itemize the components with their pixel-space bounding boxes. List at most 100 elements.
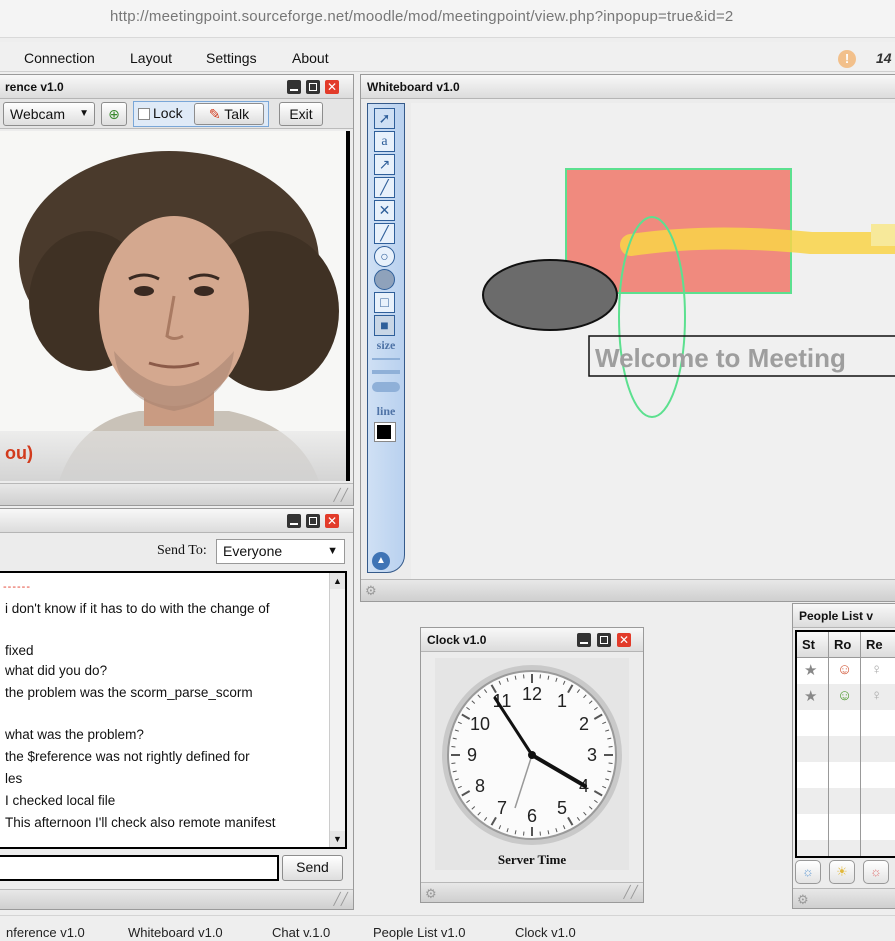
menu-layout[interactable]: Layout bbox=[130, 50, 172, 66]
collapse-toolbar-icon[interactable]: ▲ bbox=[372, 552, 390, 570]
ellipse-tool-icon[interactable]: ○ bbox=[374, 246, 395, 267]
table-row bbox=[797, 814, 895, 840]
talk-button[interactable]: ✎ Talk bbox=[194, 103, 264, 125]
filled-ellipse-tool-icon[interactable] bbox=[374, 269, 395, 290]
close-icon[interactable]: ✕ bbox=[325, 514, 339, 528]
maximize-icon[interactable] bbox=[597, 633, 611, 647]
talk-label: Talk bbox=[224, 106, 250, 122]
server-time-label: Server Time bbox=[497, 852, 567, 867]
close-icon[interactable]: ✕ bbox=[617, 633, 631, 647]
rectangle-tool-icon[interactable]: □ bbox=[374, 292, 395, 313]
whiteboard-titlebar[interactable]: Whiteboard v1.0 bbox=[361, 75, 895, 99]
conference-titlebar[interactable]: rence v1.0 ✕ bbox=[0, 75, 353, 99]
clock-number: 8 bbox=[475, 776, 485, 796]
close-icon[interactable]: ✕ bbox=[325, 80, 339, 94]
chat-message: what did you do? bbox=[5, 663, 108, 678]
send-to-select[interactable]: Everyone ▼ bbox=[216, 539, 345, 564]
clock-number: 12 bbox=[522, 684, 542, 704]
task-people-list[interactable]: People List v1.0 bbox=[373, 925, 466, 940]
task-whiteboard[interactable]: Whiteboard v1.0 bbox=[128, 925, 223, 940]
microphone-icon: ✎ bbox=[208, 106, 221, 122]
resize-grip-icon[interactable]: ╱╱ bbox=[334, 488, 348, 502]
whiteboard-canvas[interactable]: Welcome to Meeting bbox=[411, 103, 895, 579]
chat-input[interactable] bbox=[0, 855, 279, 881]
chat-titlebar[interactable]: ✕ bbox=[0, 509, 353, 533]
clock-titlebar[interactable]: Clock v1.0 ✕ bbox=[421, 628, 643, 652]
magnifier-icon: ⊕ bbox=[108, 106, 120, 122]
gear-icon[interactable]: ⚙ bbox=[797, 892, 809, 908]
send-to-label: Send To: bbox=[157, 543, 207, 558]
chat-message: the problem was the scorm_parse_scorm bbox=[5, 685, 253, 700]
chat-log[interactable]: ------ i don't know if it has to do with… bbox=[0, 571, 347, 849]
bulb-on-button[interactable]: ☀ bbox=[829, 860, 855, 884]
bulb-off-button[interactable]: ☼ bbox=[795, 860, 821, 884]
send-button[interactable]: Send bbox=[282, 855, 343, 881]
whiteboard-title: Whiteboard v1.0 bbox=[367, 80, 460, 94]
camera-select-value: Webcam bbox=[10, 106, 65, 122]
size-thin-option[interactable] bbox=[372, 358, 400, 360]
column-header[interactable]: Re bbox=[861, 632, 895, 658]
bulb-red-button[interactable]: ☼ bbox=[863, 860, 889, 884]
conference-footer: ╱╱ bbox=[0, 483, 353, 505]
select-arrow-icon[interactable]: ➚ bbox=[374, 108, 395, 129]
task-conference[interactable]: nference v1.0 bbox=[6, 925, 85, 940]
lock-checkbox[interactable] bbox=[138, 108, 150, 120]
line-label: line bbox=[376, 404, 396, 418]
people-list-panel: People List v St Ro Re ★ ☺ ♀ ★ ☺ ♀ ☼ ☀ ☼… bbox=[792, 603, 895, 909]
chat-scrollbar[interactable]: ▲ ▼ bbox=[329, 573, 345, 847]
task-clock[interactable]: Clock v1.0 bbox=[515, 925, 576, 940]
user-icon: ☺ bbox=[837, 687, 853, 704]
column-header[interactable]: St bbox=[797, 632, 829, 658]
maximize-icon[interactable] bbox=[306, 514, 320, 528]
minimize-icon[interactable] bbox=[577, 633, 591, 647]
pen-tool-icon[interactable]: ╱ bbox=[374, 223, 395, 244]
warning-icon[interactable]: ! bbox=[838, 50, 856, 68]
size-thick-option[interactable] bbox=[372, 382, 400, 392]
scroll-down-icon[interactable]: ▼ bbox=[330, 831, 345, 847]
clock-number: 6 bbox=[527, 806, 537, 826]
camera-select[interactable]: Webcam ▼ bbox=[3, 102, 95, 126]
cross-tool-icon[interactable]: ✕ bbox=[374, 200, 395, 221]
line-tool-icon[interactable]: ╱ bbox=[374, 177, 395, 198]
browser-url-bar[interactable]: http://meetingpoint.sourceforge.net/mood… bbox=[0, 0, 895, 38]
table-row[interactable]: ★ ☺ ♀ bbox=[797, 684, 895, 710]
table-row bbox=[797, 762, 895, 788]
size-label: size bbox=[376, 338, 396, 352]
arrow-tool-icon[interactable]: ↗ bbox=[374, 154, 395, 175]
minimize-icon[interactable] bbox=[287, 514, 301, 528]
resize-grip-icon[interactable]: ╱╱ bbox=[334, 892, 348, 906]
exit-button[interactable]: Exit bbox=[279, 102, 323, 126]
chevron-down-icon: ▼ bbox=[79, 108, 89, 119]
table-row[interactable]: ★ ☺ ♀ bbox=[797, 658, 895, 684]
menu-connection[interactable]: Connection bbox=[24, 50, 95, 66]
url-text: http://meetingpoint.sourceforge.net/mood… bbox=[110, 8, 734, 25]
clock-title: Clock v1.0 bbox=[427, 633, 487, 647]
filled-rectangle-tool-icon[interactable]: ■ bbox=[374, 315, 395, 336]
gear-icon[interactable]: ⚙ bbox=[365, 583, 377, 599]
menu-settings[interactable]: Settings bbox=[206, 50, 257, 66]
maximize-icon[interactable] bbox=[306, 80, 320, 94]
conference-title: rence v1.0 bbox=[5, 80, 64, 94]
scroll-up-icon[interactable]: ▲ bbox=[330, 573, 345, 589]
resize-grip-icon[interactable]: ╱╱ bbox=[624, 885, 638, 899]
chat-message: the $reference was not rightly defined f… bbox=[5, 749, 250, 764]
clock-number: 10 bbox=[470, 714, 490, 734]
task-chat[interactable]: Chat v.1.0 bbox=[272, 925, 330, 940]
zoom-button[interactable]: ⊕ bbox=[101, 102, 127, 126]
menu-about[interactable]: About bbox=[292, 50, 329, 66]
minimize-icon[interactable] bbox=[287, 80, 301, 94]
color-picker[interactable] bbox=[374, 422, 396, 442]
people-titlebar[interactable]: People List v bbox=[793, 604, 895, 628]
star-icon: ★ bbox=[804, 662, 818, 679]
column-header[interactable]: Ro bbox=[829, 632, 861, 658]
conference-panel: rence v1.0 ✕ Webcam ▼ ⊕ Lock ✎ Talk Exit bbox=[0, 74, 354, 506]
clock-face-area: 12 1 2 3 4 5 6 7 8 9 10 11 bbox=[435, 658, 629, 870]
chat-divider: ------ bbox=[3, 581, 31, 593]
drawing-toolbar: ➚ a ↗ ╱ ✕ ╱ ○ □ ■ size line ▲ bbox=[367, 103, 405, 573]
text-tool[interactable]: a bbox=[374, 131, 395, 152]
conference-toolbar: Webcam ▼ ⊕ Lock ✎ Talk Exit bbox=[0, 99, 353, 129]
user-icon: ☺ bbox=[837, 661, 853, 678]
gear-icon[interactable]: ⚙ bbox=[425, 886, 437, 902]
chat-panel: ✕ Send To: Everyone ▼ ------ i don't kno… bbox=[0, 508, 354, 910]
size-medium-option[interactable] bbox=[372, 370, 400, 374]
